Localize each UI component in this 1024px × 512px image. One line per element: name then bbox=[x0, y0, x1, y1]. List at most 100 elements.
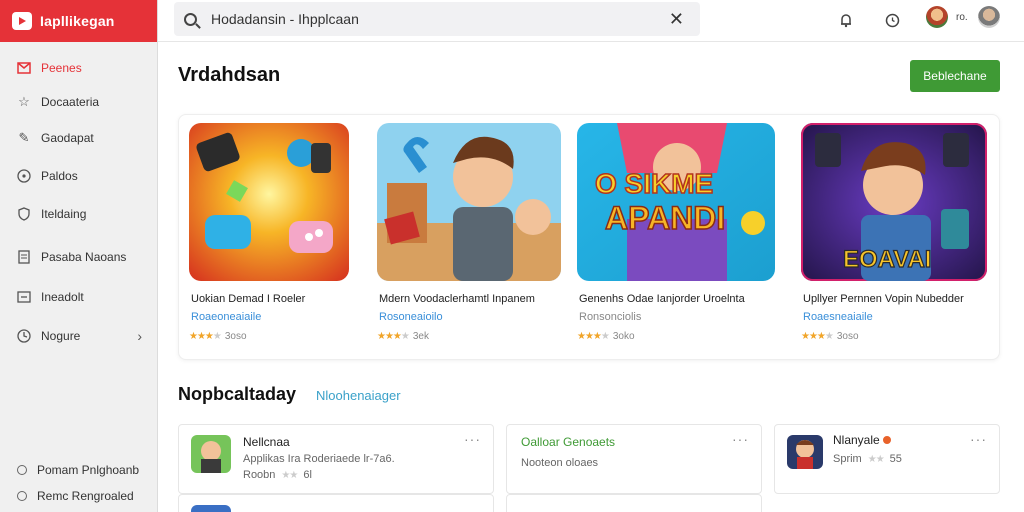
sidebar-item-gaodapat[interactable]: ✎ Gaodapat bbox=[0, 124, 158, 152]
search-bar[interactable]: Hodadansin - Ihpplcaan ✕ bbox=[174, 2, 700, 36]
rating-value: 3ek bbox=[412, 331, 429, 342]
list-item-partial[interactable] bbox=[506, 494, 762, 512]
app-title: Mdern Voodaclerhamtl Inpanem bbox=[379, 293, 535, 305]
app-meta: Roobn ★★ 6l bbox=[243, 469, 312, 481]
app-size: Sprim bbox=[833, 453, 862, 465]
close-icon[interactable]: ✕ bbox=[669, 9, 684, 30]
featured-card[interactable]: Mdern Voodaclerhamtl Inpanem Rosoneaioil… bbox=[377, 123, 567, 353]
more-options-icon[interactable]: ··· bbox=[732, 431, 749, 447]
rating-value: 3oso bbox=[836, 331, 859, 342]
app-developer[interactable]: Roaesneaiaile bbox=[803, 311, 873, 323]
chevron-right-icon: › bbox=[137, 328, 142, 344]
search-input[interactable]: Hodadansin - Ihpplcaan bbox=[211, 11, 359, 27]
app-title-row: Nlanyale bbox=[833, 433, 891, 447]
clock-icon[interactable] bbox=[882, 10, 902, 30]
circle-icon bbox=[17, 465, 27, 475]
svg-text:APANDI: APANDI bbox=[605, 200, 725, 236]
sidebar-footer-item[interactable]: Remc Rengroaled bbox=[0, 485, 158, 507]
list-item[interactable]: Nellcnaa Applikas Ira Roderiaede lr-7a6.… bbox=[178, 424, 494, 494]
primary-button[interactable]: Beblechane bbox=[910, 60, 1000, 92]
app-title: Nellcnaa bbox=[243, 435, 290, 449]
page-title: Vrdahdsan bbox=[178, 64, 281, 86]
sidebar-item-ineadolt[interactable]: Ineadolt bbox=[0, 283, 158, 311]
app-rating: ★★★★ 3ek bbox=[377, 331, 429, 342]
rating-value: 3oso bbox=[224, 331, 247, 342]
bell-icon[interactable] bbox=[836, 10, 856, 30]
app-developer[interactable]: Roaeoneaiaile bbox=[191, 311, 261, 323]
featured-carousel: Uokian Demad I Roeler Roaeoneaiaile ★★★★… bbox=[178, 114, 1000, 360]
section-title: Nopbcaltaday bbox=[178, 384, 297, 404]
sidebar-item-nogure[interactable]: Nogure › bbox=[0, 322, 158, 350]
profile-avatar[interactable] bbox=[978, 6, 1000, 28]
app-developer[interactable]: Ronsonciolis bbox=[579, 311, 641, 323]
see-more-link[interactable]: Nloohenaiager bbox=[316, 388, 401, 403]
sidebar-item-docaateria[interactable]: ☆ Docaateria bbox=[0, 88, 158, 116]
inbox-icon bbox=[17, 61, 31, 75]
sidebar-item-label: Peenes bbox=[41, 61, 82, 75]
app-developer[interactable]: Rosoneaioilo bbox=[379, 311, 443, 323]
more-options-icon[interactable]: ··· bbox=[464, 431, 481, 447]
rating-value: 6l bbox=[303, 469, 312, 481]
sidebar-item-label: Docaateria bbox=[41, 95, 100, 109]
more-options-icon[interactable]: ··· bbox=[970, 431, 987, 447]
download-icon bbox=[17, 290, 31, 304]
svg-text:EOAVAI: EOAVAI bbox=[843, 246, 931, 273]
rating-stars-icon: ★★★★ bbox=[189, 331, 222, 342]
sidebar-item-pasaba-naoans[interactable]: Pasaba Naoans bbox=[0, 243, 158, 271]
app-meta: Sprim ★★ 55 bbox=[833, 453, 902, 465]
document-icon bbox=[17, 250, 31, 264]
rating-value: 55 bbox=[889, 453, 902, 465]
compass-icon bbox=[17, 169, 31, 183]
app-description: Nooteon oloaes bbox=[521, 457, 599, 469]
sidebar-item-label: Nogure bbox=[41, 329, 81, 343]
app-artwork: O SIKME APANDI bbox=[577, 123, 775, 281]
app-artwork: EOAVAI bbox=[801, 123, 987, 281]
app-thumbnail bbox=[191, 435, 231, 473]
brand-name: Iapllikegan bbox=[40, 13, 115, 29]
sidebar-footer-label: Pomam Pnlghoanb bbox=[37, 463, 140, 477]
sidebar-item-label: Paldos bbox=[41, 169, 78, 183]
sidebar-item-iteldaing[interactable]: Iteldaing bbox=[0, 200, 158, 228]
avatar[interactable] bbox=[926, 6, 948, 28]
badge-dot-icon bbox=[882, 436, 891, 444]
user-menu-label[interactable]: ro. bbox=[956, 12, 968, 23]
app-title: Genenhs Odae Ianjorder Uroelnta bbox=[579, 293, 745, 305]
sidebar-item-peenes[interactable]: Peenes bbox=[0, 54, 158, 82]
sidebar-item-paldos[interactable]: Paldos bbox=[0, 162, 158, 190]
rating-stars-icon: ★★★★ bbox=[377, 331, 410, 342]
search-icon bbox=[184, 12, 197, 26]
featured-card[interactable]: Uokian Demad I Roeler Roaeoneaiaile ★★★★… bbox=[189, 123, 379, 353]
sidebar-item-label: Gaodapat bbox=[41, 131, 94, 145]
sidebar-item-label: Pasaba Naoans bbox=[41, 250, 127, 264]
circle-icon bbox=[17, 491, 27, 501]
pencil-icon: ✎ bbox=[18, 130, 30, 145]
list-item-partial[interactable] bbox=[178, 494, 494, 512]
app-title: Oalloar Genoaets bbox=[521, 435, 616, 449]
app-artwork bbox=[189, 123, 349, 281]
app-rating: ★★★★ 3oko bbox=[577, 331, 635, 342]
featured-card[interactable]: EOAVAI Upllyer Pernnen Vopin Nubedder Ro… bbox=[801, 123, 991, 353]
list-item[interactable]: Nlanyale Sprim ★★ 55 ··· bbox=[774, 424, 1000, 494]
app-artwork bbox=[377, 123, 561, 281]
app-title: Upllyer Pernnen Vopin Nubedder bbox=[803, 293, 964, 305]
app-rating: ★★★★ 3oso bbox=[189, 331, 247, 342]
rating-stars-icon: ★★★★ bbox=[801, 331, 834, 342]
sidebar-footer-label: Remc Rengroaled bbox=[37, 489, 134, 503]
rating-stars-icon: ★★ bbox=[281, 469, 298, 481]
shield-icon bbox=[17, 207, 31, 221]
app-rating: ★★★★ 3oso bbox=[801, 331, 859, 342]
sidebar-item-label: Ineadolt bbox=[41, 290, 84, 304]
sidebar-footer-item[interactable]: Pomam Pnlghoanb bbox=[0, 459, 158, 481]
list-item[interactable]: Oalloar Genoaets Nooteon oloaes ··· bbox=[506, 424, 762, 494]
featured-card[interactable]: O SIKME APANDI Genenhs Odae Ianjorder Ur… bbox=[577, 123, 775, 353]
app-size: Roobn bbox=[243, 469, 276, 481]
top-bar: Hodadansin - Ihpplcaan ✕ ro. bbox=[158, 0, 1024, 42]
rating-stars-icon: ★★ bbox=[867, 453, 885, 465]
sidebar: Iapllikegan Peenes ☆ Docaateria ✎ Gaodap… bbox=[0, 0, 158, 512]
clock-icon bbox=[17, 329, 31, 343]
star-icon: ☆ bbox=[18, 94, 30, 109]
brand-bar[interactable]: Iapllikegan bbox=[0, 0, 157, 42]
rating-value: 3oko bbox=[612, 331, 635, 342]
app-title: Uokian Demad I Roeler bbox=[191, 293, 306, 305]
app-description: Applikas Ira Roderiaede lr-7a6. bbox=[243, 453, 395, 465]
